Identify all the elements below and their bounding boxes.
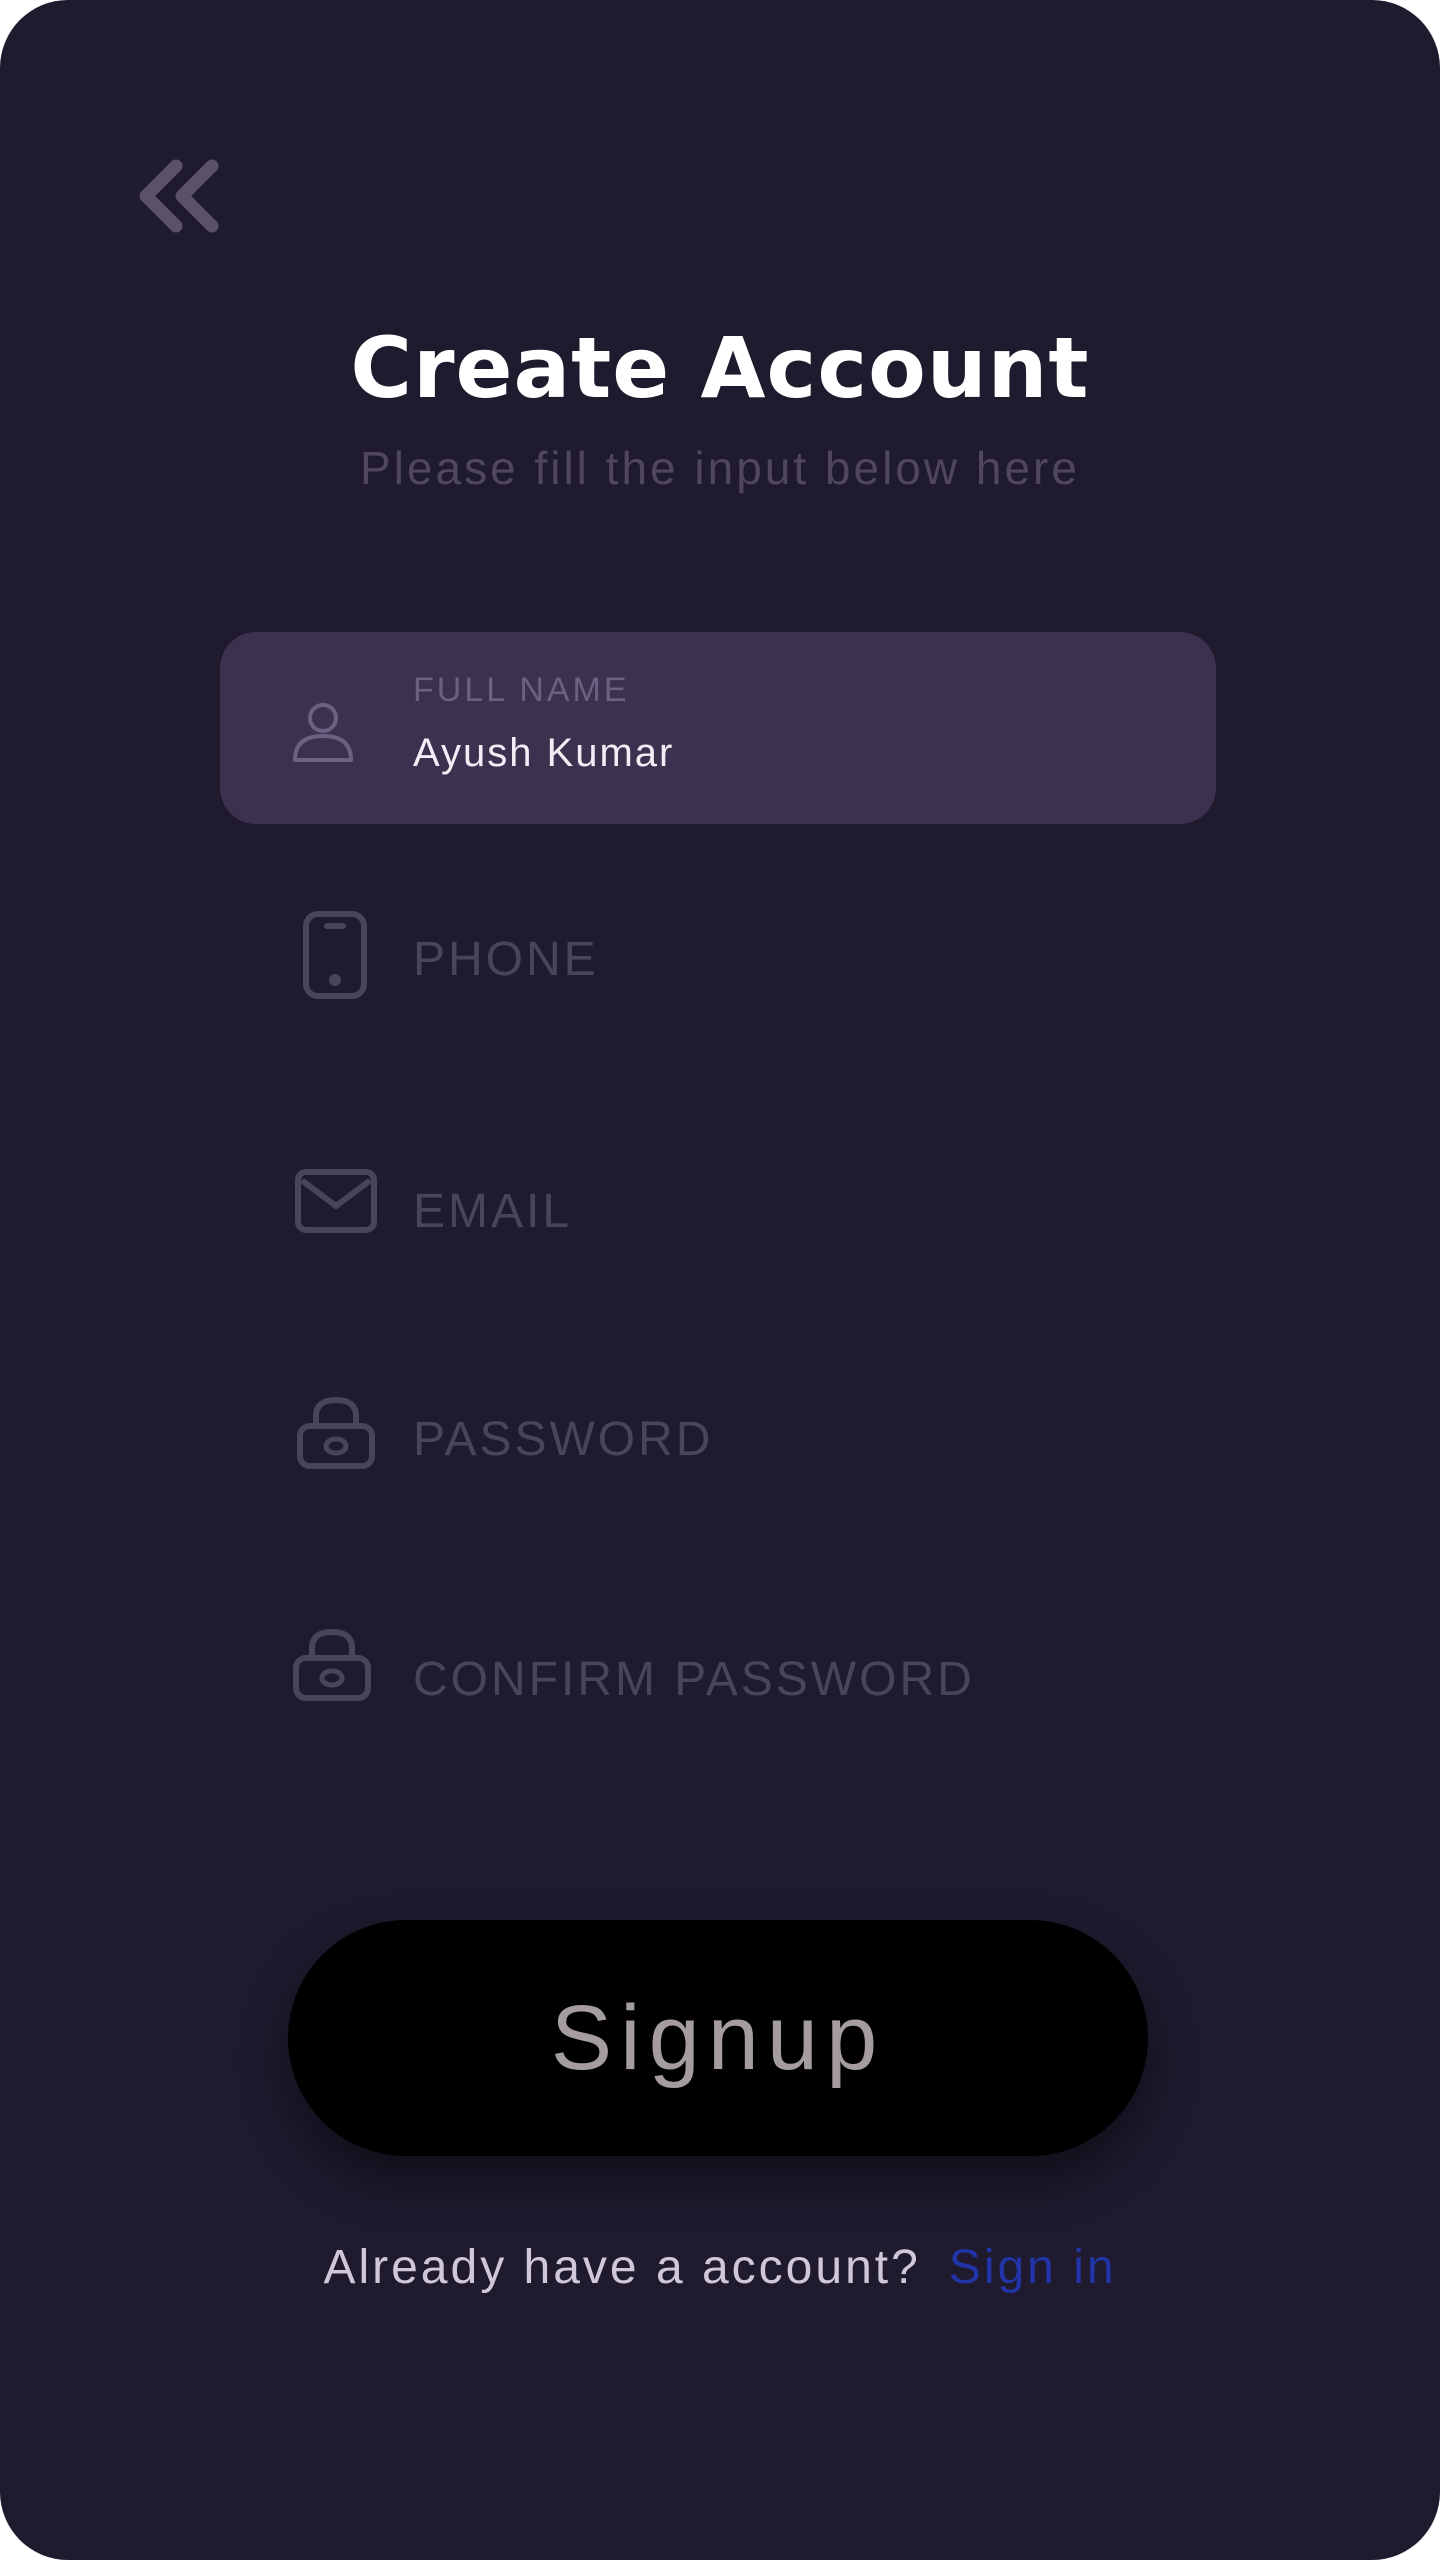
- email-label: EMAIL: [413, 1185, 573, 1238]
- page-subtitle: Please fill the input below here: [360, 442, 1080, 494]
- signup-button-label: Signup: [550, 1986, 886, 2089]
- back-button[interactable]: [136, 158, 232, 238]
- phone-icon: [303, 911, 367, 999]
- phone-field[interactable]: PHONE: [220, 864, 1216, 1056]
- double-chevron-left-icon: [139, 159, 219, 233]
- password-field[interactable]: PASSWORD: [220, 1344, 1216, 1536]
- phone-label: PHONE: [413, 933, 599, 986]
- page-title: Create Account: [350, 319, 1090, 417]
- confirm-password-field[interactable]: CONFIRM PASSWORD: [220, 1584, 1216, 1776]
- signup-button[interactable]: Signup: [288, 1920, 1148, 2156]
- full-name-field[interactable]: FULL NAME Ayush Kumar: [220, 632, 1216, 824]
- full-name-label: FULL NAME: [413, 671, 630, 709]
- signin-link[interactable]: Sign in: [949, 2241, 1117, 2294]
- confirm-password-label: CONFIRM PASSWORD: [413, 1653, 975, 1706]
- signin-question: Already have a account?: [323, 2241, 921, 2294]
- full-name-value[interactable]: Ayush Kumar: [413, 728, 674, 778]
- lock-icon: [293, 1628, 371, 1701]
- user-icon: [293, 703, 353, 762]
- password-label: PASSWORD: [413, 1413, 714, 1466]
- email-field[interactable]: EMAIL: [220, 1116, 1216, 1308]
- mail-icon: [295, 1169, 377, 1233]
- signin-prompt: Already have a account? Sign in: [0, 2236, 1440, 2300]
- lock-icon: [297, 1396, 375, 1469]
- signup-screen: Create Account Please fill the input bel…: [0, 0, 1440, 2560]
